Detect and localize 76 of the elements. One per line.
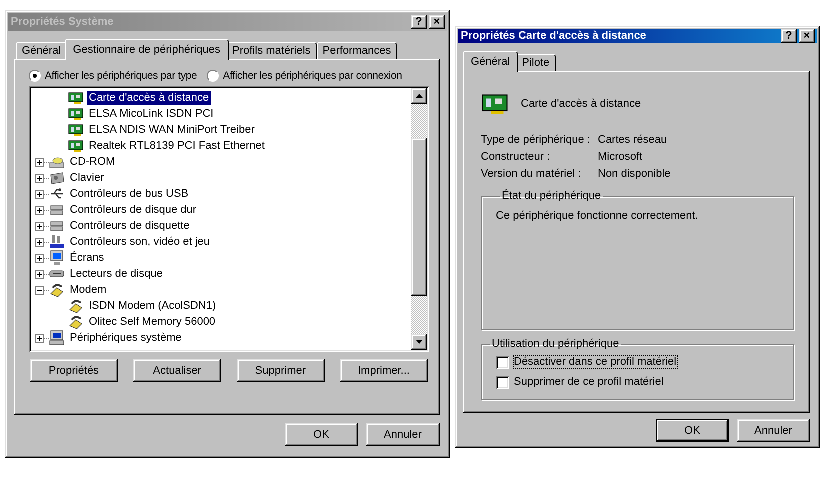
tree-item[interactable]: Contrôleurs de disquette xyxy=(68,219,192,233)
expand-icon[interactable] xyxy=(35,238,44,246)
window-title: Propriétés Carte d'accès à distance xyxy=(461,30,646,42)
tree-item[interactable]: Contrôleurs de disque dur xyxy=(68,203,199,217)
radio-option[interactable]: Afficher les périphériques par connexion xyxy=(207,70,402,82)
tree-item[interactable]: Carte d'accès à distance xyxy=(87,91,212,105)
expand-icon[interactable] xyxy=(35,222,44,230)
window-title: Propriétés Système xyxy=(11,16,114,28)
tree-item[interactable]: ISDN Modem (AcolSDN1) xyxy=(87,299,218,313)
expand-icon[interactable] xyxy=(35,254,44,262)
status-text: Ce périphérique fonctionne correctement. xyxy=(496,210,698,222)
expand-icon[interactable] xyxy=(35,174,44,182)
group-title: Utilisation du périphérique xyxy=(491,338,620,350)
tree-item[interactable]: Olitec Self Memory 56000 xyxy=(87,315,218,329)
circuit-board-icon xyxy=(68,138,84,154)
tab[interactable]: Pilote xyxy=(516,54,556,71)
property-label: Constructeur : xyxy=(481,151,552,163)
tree-item[interactable]: Lecteurs de disque xyxy=(68,267,165,281)
tab[interactable]: Général xyxy=(463,51,518,72)
circuit-board-icon xyxy=(68,122,84,138)
tree-item[interactable]: ELSA NDIS WAN MiniPort Treiber xyxy=(87,123,257,137)
tree-item[interactable]: ELSA MicoLink ISDN PCI xyxy=(87,107,216,121)
telephone-icon xyxy=(68,314,84,330)
tree-item[interactable]: CD-ROM xyxy=(68,155,118,169)
circuit-board-icon xyxy=(68,90,84,106)
expand-icon[interactable] xyxy=(35,334,44,342)
checkbox[interactable] xyxy=(496,376,509,388)
close-button[interactable]: × xyxy=(429,15,445,29)
expand-icon[interactable] xyxy=(35,190,44,198)
checkbox-label[interactable]: Supprimer de ce profil matériel xyxy=(514,376,664,388)
telephone-icon xyxy=(68,298,84,314)
tab[interactable]: Gestionnaire de périphériques xyxy=(65,39,229,60)
monitor-icon xyxy=(49,250,65,266)
property-value: Non disponible xyxy=(598,168,672,180)
joystick-icon xyxy=(49,234,65,250)
action-button[interactable]: Imprimer... xyxy=(340,359,428,382)
ok-button[interactable]: OK xyxy=(285,423,358,446)
tree-item[interactable]: Périphériques système xyxy=(68,331,184,345)
computer-icon xyxy=(49,330,65,346)
help-button[interactable]: ? xyxy=(781,29,797,43)
telephone-icon xyxy=(49,282,65,298)
scrollbar[interactable] xyxy=(411,88,427,350)
circuit-board-icon xyxy=(68,106,84,122)
property-label: Version du matériel : xyxy=(481,168,582,180)
down-arrow-icon xyxy=(416,340,422,344)
action-button[interactable]: Actualiser xyxy=(133,359,222,382)
property-value: Microsoft xyxy=(598,151,644,163)
tree-item[interactable]: Modem xyxy=(68,283,109,297)
group-title: État du périphérique xyxy=(501,190,602,202)
expand-icon[interactable] xyxy=(35,270,44,278)
tree-item[interactable]: Écrans xyxy=(68,251,106,265)
up-arrow-icon xyxy=(416,94,422,98)
cancel-button[interactable]: Annuler xyxy=(366,423,440,446)
tree-item[interactable]: Contrôleurs de bus USB xyxy=(68,187,191,201)
checkbox-label[interactable]: Désactiver dans ce profil matériel xyxy=(514,356,677,368)
cancel-button[interactable]: Annuler xyxy=(737,419,810,442)
radio-option[interactable]: Afficher les périphériques par type xyxy=(29,70,198,82)
property-value: Cartes réseau xyxy=(598,134,668,146)
tree-item[interactable]: Realtek RTL8139 PCI Fast Ethernet xyxy=(87,139,267,153)
tree-item[interactable]: Clavier xyxy=(68,171,106,185)
tab[interactable]: Performances xyxy=(316,42,398,59)
keyboard-icon xyxy=(49,170,65,186)
tab[interactable]: Général xyxy=(16,42,68,59)
device-name: Carte d'accès à distance xyxy=(521,98,642,110)
tab[interactable]: Profils matériels xyxy=(226,42,317,59)
help-button[interactable]: ? xyxy=(411,15,427,29)
action-button[interactable]: Supprimer xyxy=(236,359,325,382)
checkbox[interactable] xyxy=(496,356,509,368)
ok-button[interactable]: OK xyxy=(656,419,729,442)
expand-icon[interactable] xyxy=(35,158,44,166)
collapse-icon[interactable] xyxy=(35,286,44,294)
expand-icon[interactable] xyxy=(35,206,44,214)
property-label: Type de périphérique : xyxy=(481,134,592,146)
tree-item[interactable]: Contrôleurs son, vidéo et jeu xyxy=(68,235,212,249)
action-button[interactable]: Propriétés xyxy=(30,359,118,382)
close-button[interactable]: × xyxy=(799,29,815,43)
